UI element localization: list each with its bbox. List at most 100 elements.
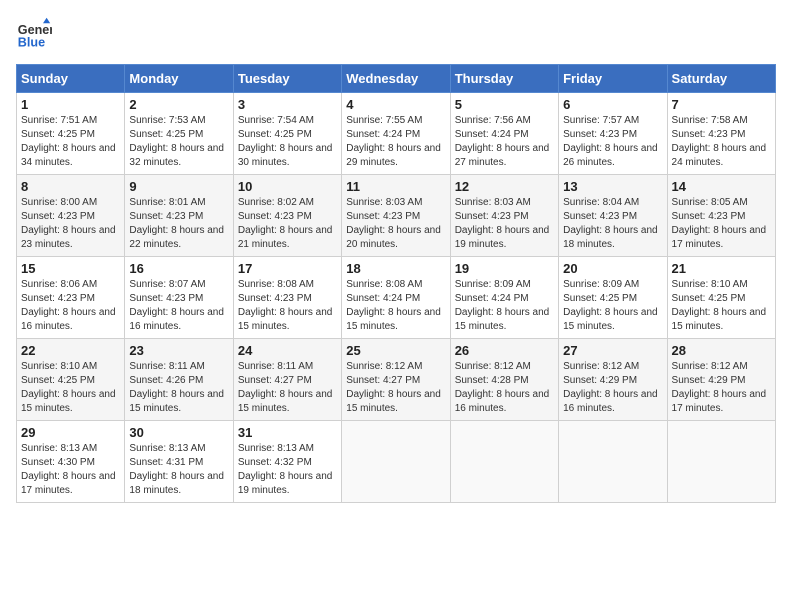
day-number: 13 [563, 179, 662, 194]
cell-info: Sunrise: 8:03 AMSunset: 4:23 PMDaylight:… [346, 197, 441, 250]
day-header-friday: Friday [559, 65, 667, 93]
day-number: 8 [21, 179, 120, 194]
calendar-cell: 1 Sunrise: 7:51 AMSunset: 4:25 PMDayligh… [17, 93, 125, 175]
svg-text:Blue: Blue [18, 36, 45, 50]
day-number: 18 [346, 261, 445, 276]
cell-info: Sunrise: 8:12 AMSunset: 4:29 PMDaylight:… [672, 361, 767, 414]
day-header-wednesday: Wednesday [342, 65, 450, 93]
calendar-header: SundayMondayTuesdayWednesdayThursdayFrid… [17, 65, 776, 93]
day-header-monday: Monday [125, 65, 233, 93]
cell-info: Sunrise: 8:11 AMSunset: 4:26 PMDaylight:… [129, 361, 224, 414]
calendar-cell [450, 421, 558, 503]
cell-info: Sunrise: 8:13 AMSunset: 4:32 PMDaylight:… [238, 443, 333, 496]
day-number: 9 [129, 179, 228, 194]
day-number: 4 [346, 97, 445, 112]
calendar-cell: 22 Sunrise: 8:10 AMSunset: 4:25 PMDaylig… [17, 339, 125, 421]
day-number: 5 [455, 97, 554, 112]
day-number: 31 [238, 425, 337, 440]
calendar-cell: 7 Sunrise: 7:58 AMSunset: 4:23 PMDayligh… [667, 93, 775, 175]
week-row-5: 29 Sunrise: 8:13 AMSunset: 4:30 PMDaylig… [17, 421, 776, 503]
cell-info: Sunrise: 7:53 AMSunset: 4:25 PMDaylight:… [129, 115, 224, 168]
cell-info: Sunrise: 8:06 AMSunset: 4:23 PMDaylight:… [21, 279, 116, 332]
cell-info: Sunrise: 7:55 AMSunset: 4:24 PMDaylight:… [346, 115, 441, 168]
week-row-1: 1 Sunrise: 7:51 AMSunset: 4:25 PMDayligh… [17, 93, 776, 175]
day-number: 12 [455, 179, 554, 194]
cell-info: Sunrise: 8:12 AMSunset: 4:29 PMDaylight:… [563, 361, 658, 414]
calendar-cell: 26 Sunrise: 8:12 AMSunset: 4:28 PMDaylig… [450, 339, 558, 421]
calendar-cell: 19 Sunrise: 8:09 AMSunset: 4:24 PMDaylig… [450, 257, 558, 339]
calendar-cell: 31 Sunrise: 8:13 AMSunset: 4:32 PMDaylig… [233, 421, 341, 503]
cell-info: Sunrise: 7:54 AMSunset: 4:25 PMDaylight:… [238, 115, 333, 168]
calendar-cell: 10 Sunrise: 8:02 AMSunset: 4:23 PMDaylig… [233, 175, 341, 257]
calendar-cell: 25 Sunrise: 8:12 AMSunset: 4:27 PMDaylig… [342, 339, 450, 421]
day-number: 7 [672, 97, 771, 112]
calendar-cell [342, 421, 450, 503]
cell-info: Sunrise: 8:12 AMSunset: 4:28 PMDaylight:… [455, 361, 550, 414]
day-number: 6 [563, 97, 662, 112]
week-row-4: 22 Sunrise: 8:10 AMSunset: 4:25 PMDaylig… [17, 339, 776, 421]
calendar-cell: 14 Sunrise: 8:05 AMSunset: 4:23 PMDaylig… [667, 175, 775, 257]
cell-info: Sunrise: 8:13 AMSunset: 4:31 PMDaylight:… [129, 443, 224, 496]
calendar-table: SundayMondayTuesdayWednesdayThursdayFrid… [16, 64, 776, 503]
day-number: 16 [129, 261, 228, 276]
day-number: 15 [21, 261, 120, 276]
calendar-cell: 27 Sunrise: 8:12 AMSunset: 4:29 PMDaylig… [559, 339, 667, 421]
day-number: 27 [563, 343, 662, 358]
calendar-cell: 21 Sunrise: 8:10 AMSunset: 4:25 PMDaylig… [667, 257, 775, 339]
day-number: 20 [563, 261, 662, 276]
day-number: 3 [238, 97, 337, 112]
cell-info: Sunrise: 7:57 AMSunset: 4:23 PMDaylight:… [563, 115, 658, 168]
day-header-thursday: Thursday [450, 65, 558, 93]
day-number: 1 [21, 97, 120, 112]
page-header: General Blue [16, 16, 776, 52]
calendar-cell [667, 421, 775, 503]
cell-info: Sunrise: 8:09 AMSunset: 4:24 PMDaylight:… [455, 279, 550, 332]
calendar-cell: 17 Sunrise: 8:08 AMSunset: 4:23 PMDaylig… [233, 257, 341, 339]
day-number: 23 [129, 343, 228, 358]
day-header-sunday: Sunday [17, 65, 125, 93]
calendar-cell: 2 Sunrise: 7:53 AMSunset: 4:25 PMDayligh… [125, 93, 233, 175]
cell-info: Sunrise: 8:00 AMSunset: 4:23 PMDaylight:… [21, 197, 116, 250]
day-number: 29 [21, 425, 120, 440]
cell-info: Sunrise: 8:02 AMSunset: 4:23 PMDaylight:… [238, 197, 333, 250]
week-row-3: 15 Sunrise: 8:06 AMSunset: 4:23 PMDaylig… [17, 257, 776, 339]
cell-info: Sunrise: 8:13 AMSunset: 4:30 PMDaylight:… [21, 443, 116, 496]
calendar-cell: 8 Sunrise: 8:00 AMSunset: 4:23 PMDayligh… [17, 175, 125, 257]
calendar-cell: 4 Sunrise: 7:55 AMSunset: 4:24 PMDayligh… [342, 93, 450, 175]
cell-info: Sunrise: 7:51 AMSunset: 4:25 PMDaylight:… [21, 115, 116, 168]
cell-info: Sunrise: 8:05 AMSunset: 4:23 PMDaylight:… [672, 197, 767, 250]
day-number: 11 [346, 179, 445, 194]
cell-info: Sunrise: 8:10 AMSunset: 4:25 PMDaylight:… [21, 361, 116, 414]
calendar-cell: 29 Sunrise: 8:13 AMSunset: 4:30 PMDaylig… [17, 421, 125, 503]
cell-info: Sunrise: 8:03 AMSunset: 4:23 PMDaylight:… [455, 197, 550, 250]
cell-info: Sunrise: 8:12 AMSunset: 4:27 PMDaylight:… [346, 361, 441, 414]
calendar-cell: 28 Sunrise: 8:12 AMSunset: 4:29 PMDaylig… [667, 339, 775, 421]
day-header-saturday: Saturday [667, 65, 775, 93]
cell-info: Sunrise: 8:01 AMSunset: 4:23 PMDaylight:… [129, 197, 224, 250]
day-number: 22 [21, 343, 120, 358]
day-number: 21 [672, 261, 771, 276]
cell-info: Sunrise: 8:09 AMSunset: 4:25 PMDaylight:… [563, 279, 658, 332]
day-number: 24 [238, 343, 337, 358]
calendar-cell: 12 Sunrise: 8:03 AMSunset: 4:23 PMDaylig… [450, 175, 558, 257]
calendar-cell: 23 Sunrise: 8:11 AMSunset: 4:26 PMDaylig… [125, 339, 233, 421]
calendar-cell: 3 Sunrise: 7:54 AMSunset: 4:25 PMDayligh… [233, 93, 341, 175]
day-number: 2 [129, 97, 228, 112]
calendar-cell: 6 Sunrise: 7:57 AMSunset: 4:23 PMDayligh… [559, 93, 667, 175]
calendar-cell: 9 Sunrise: 8:01 AMSunset: 4:23 PMDayligh… [125, 175, 233, 257]
day-number: 17 [238, 261, 337, 276]
cell-info: Sunrise: 8:08 AMSunset: 4:23 PMDaylight:… [238, 279, 333, 332]
day-number: 26 [455, 343, 554, 358]
calendar-cell: 20 Sunrise: 8:09 AMSunset: 4:25 PMDaylig… [559, 257, 667, 339]
calendar-cell: 11 Sunrise: 8:03 AMSunset: 4:23 PMDaylig… [342, 175, 450, 257]
day-number: 19 [455, 261, 554, 276]
calendar-cell [559, 421, 667, 503]
week-row-2: 8 Sunrise: 8:00 AMSunset: 4:23 PMDayligh… [17, 175, 776, 257]
calendar-cell: 18 Sunrise: 8:08 AMSunset: 4:24 PMDaylig… [342, 257, 450, 339]
day-header-tuesday: Tuesday [233, 65, 341, 93]
cell-info: Sunrise: 8:07 AMSunset: 4:23 PMDaylight:… [129, 279, 224, 332]
calendar-cell: 5 Sunrise: 7:56 AMSunset: 4:24 PMDayligh… [450, 93, 558, 175]
calendar-cell: 30 Sunrise: 8:13 AMSunset: 4:31 PMDaylig… [125, 421, 233, 503]
logo-icon: General Blue [16, 16, 52, 52]
day-number: 28 [672, 343, 771, 358]
